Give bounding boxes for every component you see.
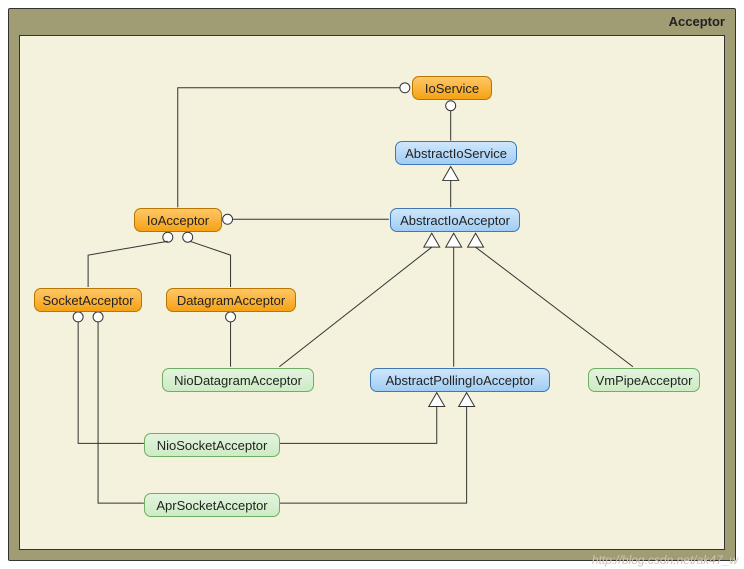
node-io-service: IoService bbox=[412, 76, 492, 100]
node-vm-pipe-acceptor: VmPipeAcceptor bbox=[588, 368, 700, 392]
node-nio-datagram-acceptor: NioDatagramAcceptor bbox=[162, 368, 314, 392]
diagram-canvas: IoService AbstractIoService AbstractIoAc… bbox=[19, 35, 725, 550]
node-io-acceptor: IoAcceptor bbox=[134, 208, 222, 232]
watermark: http://blog.csdn.net/ak47_w bbox=[592, 553, 738, 567]
node-abstract-io-service: AbstractIoService bbox=[395, 141, 517, 165]
node-abstract-io-acceptor: AbstractIoAcceptor bbox=[390, 208, 520, 232]
frame-title: Acceptor bbox=[9, 9, 735, 35]
node-apr-socket-acceptor: AprSocketAcceptor bbox=[144, 493, 280, 517]
node-socket-acceptor: SocketAcceptor bbox=[34, 288, 142, 312]
node-datagram-acceptor: DatagramAcceptor bbox=[166, 288, 296, 312]
node-nio-socket-acceptor: NioSocketAcceptor bbox=[144, 433, 280, 457]
diagram-frame: Acceptor IoService AbstractIoService Abs… bbox=[8, 8, 736, 561]
node-abstract-polling-io-acceptor: AbstractPollingIoAcceptor bbox=[370, 368, 550, 392]
